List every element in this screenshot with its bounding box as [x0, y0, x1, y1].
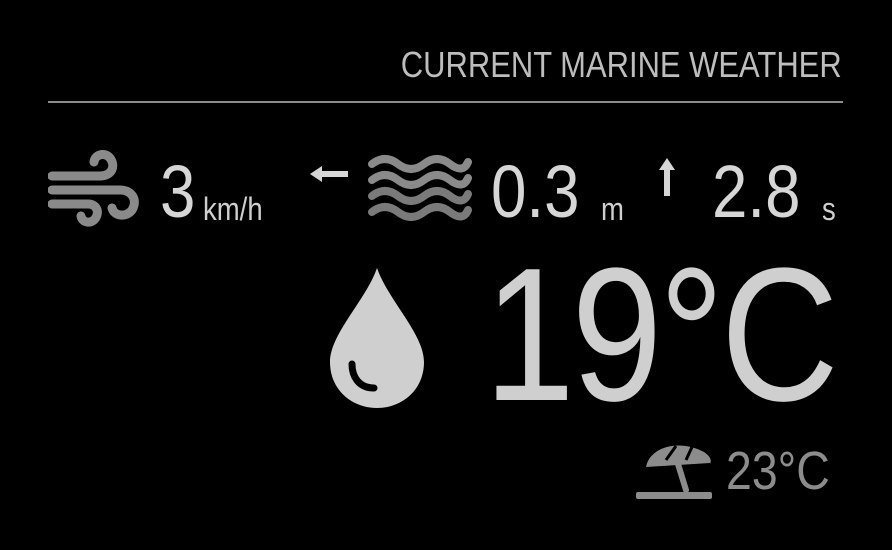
wind-icon: [48, 150, 139, 227]
wave-height-unit: m: [601, 191, 624, 227]
panel-title: CURRENT MARINE WEATHER: [401, 44, 842, 85]
title-divider: [48, 101, 843, 103]
wave-height-value: 0.3: [491, 150, 580, 233]
wind-speed-unit: km/h: [203, 191, 263, 227]
wind-speed-value: 3: [160, 150, 196, 233]
beach-umbrella-icon: [636, 445, 712, 499]
water-drop-icon: [330, 268, 424, 408]
wave-period-value: 2.8: [712, 150, 801, 233]
air-temperature: 23°C: [726, 441, 830, 501]
arrow-left-icon: [310, 166, 348, 182]
wave-period-unit: s: [822, 191, 836, 227]
waves-icon: [368, 155, 472, 221]
marine-conditions-row: 3 km/h 0.3 m 2.8 s: [48, 140, 843, 240]
arrow-up-icon: [659, 158, 675, 196]
water-temperature: 19°C: [484, 229, 839, 441]
